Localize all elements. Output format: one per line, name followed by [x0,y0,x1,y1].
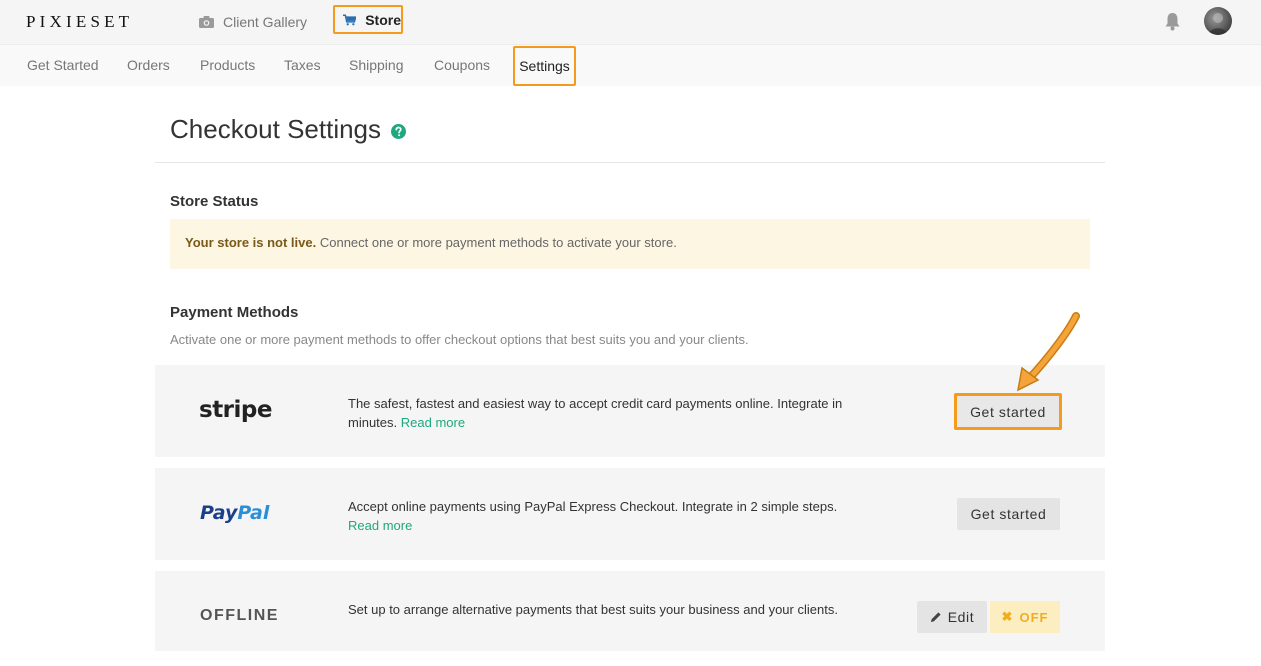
subnav-taxes[interactable]: Taxes [284,57,321,73]
tab-store[interactable]: Store [333,5,403,34]
paypal-read-more-link[interactable]: Read more [348,518,412,533]
user-avatar[interactable] [1204,7,1232,35]
store-status-heading: Store Status [170,193,259,210]
offline-edit-label: Edit [947,609,975,625]
tab-client-gallery[interactable]: Client Gallery [199,11,307,33]
notice-text: Connect one or more payment methods to a… [316,235,677,250]
stripe-read-more-link[interactable]: Read more [401,415,465,430]
stripe-description: The safest, fastest and easiest way to a… [348,394,848,432]
close-icon: ✖ [1001,609,1014,624]
payment-methods-subtext: Activate one or more payment methods to … [170,332,749,347]
subnav-get-started[interactable]: Get Started [27,57,99,73]
offline-edit-button[interactable]: Edit [917,601,987,633]
annotation-arrow-icon [1016,312,1080,392]
top-bar: PIXIESET Client Gallery Store [0,0,1261,45]
stripe-get-started-button[interactable]: Get started [954,393,1062,430]
paypal-description-text: Accept online payments using PayPal Expr… [348,499,838,514]
subnav-coupons[interactable]: Coupons [434,57,490,73]
paypal-card: PayPal Accept online payments using PayP… [155,468,1105,560]
cart-icon [343,14,357,25]
offline-off-toggle[interactable]: ✖ OFF [990,601,1060,633]
stripe-logo: stripe [199,397,272,423]
store-not-live-notice: Your store is not live. Connect one or m… [170,219,1090,269]
subnav-products[interactable]: Products [200,57,255,73]
store-subnav: Get Started Orders Products Taxes Shippi… [0,45,1261,86]
paypal-get-started-button[interactable]: Get started [957,498,1060,530]
offline-description: Set up to arrange alternative payments t… [348,602,838,617]
subnav-settings[interactable]: Settings [513,46,576,86]
payment-methods-heading: Payment Methods [170,304,299,321]
pencil-icon [930,612,941,622]
page-title: Checkout Settings [170,114,382,144]
subnav-orders[interactable]: Orders [127,57,170,73]
paypal-logo-pal: Pal [237,502,270,524]
tab-client-gallery-label: Client Gallery [223,14,308,30]
offline-card: OFFLINE Set up to arrange alternative pa… [155,571,1105,651]
pixieset-logo[interactable]: PIXIESET [26,12,133,32]
paypal-logo: PayPal [200,502,269,524]
subnav-shipping[interactable]: Shipping [349,57,404,73]
paypal-description: Accept online payments using PayPal Expr… [348,497,848,535]
title-divider [155,162,1105,163]
camera-icon [199,16,214,28]
paypal-logo-pay: Pay [200,502,238,524]
notice-bold-text: Your store is not live. [185,235,317,250]
stripe-card: stripe The safest, fastest and easiest w… [155,365,1105,457]
tab-store-label: Store [365,11,401,28]
bell-icon[interactable] [1164,12,1181,31]
offline-off-label: OFF [1019,609,1049,625]
help-icon[interactable] [391,124,406,139]
offline-logo: OFFLINE [200,607,279,624]
